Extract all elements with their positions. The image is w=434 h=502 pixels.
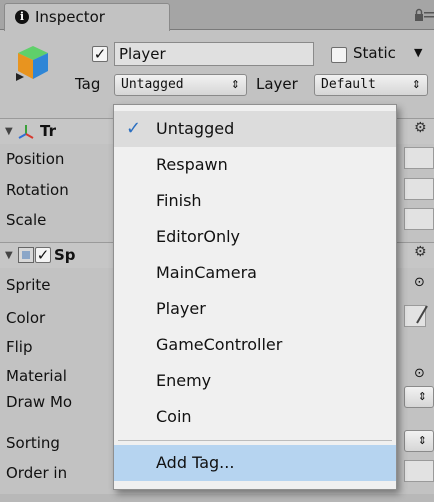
tag-popup[interactable]: Untagged ⇕	[114, 74, 247, 96]
order-in-layer-label: Order in	[6, 464, 68, 482]
tag-dropdown-menu: ✓ Untagged Respawn Finish EditorOnly Mai…	[113, 104, 397, 490]
active-check-icon: ✓	[93, 45, 107, 63]
transform-title: Tr	[40, 122, 56, 140]
scale-label: Scale	[6, 211, 47, 229]
layer-popup-value: Default	[321, 77, 376, 92]
tag-menu-item-label: MainCamera	[156, 263, 257, 282]
tag-menu-item-label: Finish	[156, 191, 202, 210]
sorting-layer-label: Sorting	[6, 434, 60, 452]
sprite-renderer-title: Sp	[54, 246, 76, 264]
tag-menu-item-respawn[interactable]: Respawn	[114, 147, 396, 183]
tag-label: Tag	[75, 75, 101, 93]
add-tag-menu-item[interactable]: Add Tag...	[114, 445, 396, 481]
tag-popup-value: Untagged	[121, 77, 184, 92]
gameobject-cube-icon	[16, 46, 48, 81]
layer-popup[interactable]: Default ⇕	[314, 74, 428, 96]
tag-menu-item-enemy[interactable]: Enemy	[114, 363, 396, 399]
lock-icon[interactable]	[414, 8, 424, 22]
window-menu-icon[interactable]	[424, 12, 434, 18]
sorting-layer-popup[interactable]: ⇕	[404, 430, 434, 452]
sprite-enabled-checkbox[interactable]: ✓	[35, 247, 51, 263]
tag-menu-item-label: EditorOnly	[156, 227, 240, 246]
tag-menu-item-label: Untagged	[156, 119, 235, 138]
position-field[interactable]	[404, 147, 434, 169]
sprite-label: Sprite	[6, 276, 51, 294]
tab-inspector[interactable]: i Inspector	[4, 3, 170, 31]
tag-menu-item-finish[interactable]: Finish	[114, 183, 396, 219]
flip-label: Flip	[6, 338, 33, 356]
tab-inspector-label: Inspector	[35, 8, 105, 26]
tag-menu-item-editoronly[interactable]: EditorOnly	[114, 219, 396, 255]
tag-menu-item-label: GameController	[156, 335, 283, 354]
active-checkbox[interactable]: ✓	[92, 46, 108, 62]
object-picker-icon[interactable]: ⊙	[414, 275, 425, 290]
sprite-enabled-check-icon: ✓	[36, 246, 50, 264]
tag-menu-item-player[interactable]: Player	[114, 291, 396, 327]
scale-field[interactable]	[404, 208, 434, 230]
checkmark-icon: ✓	[126, 118, 142, 139]
bottom-scroll-area	[0, 494, 434, 502]
rotation-field[interactable]	[404, 178, 434, 200]
popup-arrows-icon: ⇕	[417, 390, 427, 403]
fold-arrow-icon[interactable]: ▼	[5, 250, 13, 261]
position-label: Position	[6, 150, 65, 168]
eyedropper-icon[interactable]	[414, 303, 430, 325]
static-dropdown-arrow-icon[interactable]: ▼	[414, 46, 422, 59]
static-checkbox[interactable]	[331, 47, 347, 63]
tag-menu-item-label: Coin	[156, 407, 192, 426]
add-tag-label: Add Tag...	[156, 453, 235, 472]
fold-arrow-icon[interactable]: ▼	[5, 126, 13, 137]
static-label: Static	[353, 44, 396, 62]
draw-mode-popup[interactable]: ⇕	[404, 386, 434, 408]
material-label: Material	[6, 367, 67, 385]
layer-label: Layer	[256, 75, 298, 93]
tag-menu-item-label: Player	[156, 299, 206, 318]
transform-axes-icon	[18, 125, 34, 139]
object-picker-icon[interactable]: ⊙	[414, 366, 425, 381]
tag-menu-item-coin[interactable]: Coin	[114, 399, 396, 435]
popup-arrows-icon: ⇕	[230, 78, 240, 91]
rotation-label: Rotation	[6, 181, 69, 199]
color-label: Color	[6, 309, 46, 327]
tag-menu-item-gamecontroller[interactable]: GameController	[114, 327, 396, 363]
draw-mode-label: Draw Mo	[6, 393, 73, 411]
settings-gear-icon[interactable]: ⚙	[414, 244, 427, 260]
object-name-field[interactable]: Player	[114, 42, 314, 66]
tag-menu-item-label: Respawn	[156, 155, 228, 174]
order-in-layer-field[interactable]	[404, 460, 434, 482]
settings-gear-icon[interactable]: ⚙	[414, 120, 427, 136]
info-icon: i	[15, 10, 29, 24]
popup-arrows-icon: ⇕	[417, 434, 427, 447]
tag-menu-item-untagged[interactable]: ✓ Untagged	[114, 111, 396, 147]
tag-menu-item-label: Enemy	[156, 371, 212, 390]
tag-menu-item-maincamera[interactable]: MainCamera	[114, 255, 396, 291]
popup-arrows-icon: ⇕	[411, 78, 421, 91]
menu-separator	[118, 440, 392, 441]
sprite-renderer-icon	[18, 247, 34, 263]
